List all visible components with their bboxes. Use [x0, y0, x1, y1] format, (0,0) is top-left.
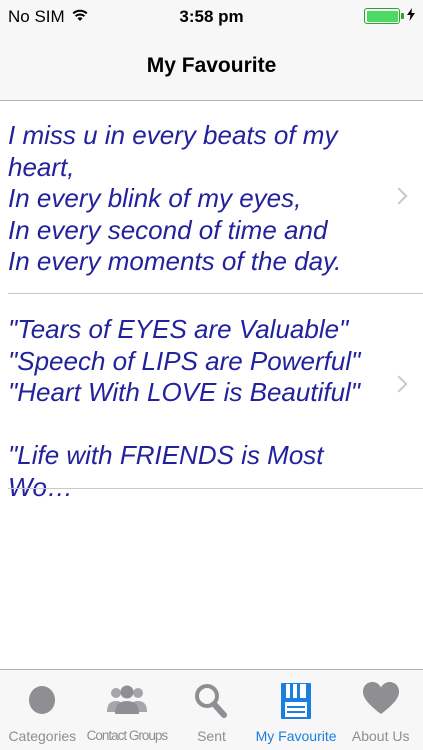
- favourite-row[interactable]: I miss u in every beats of my heart, In …: [0, 102, 423, 294]
- favourites-list: I miss u in every beats of my heart, In …: [0, 102, 423, 502]
- tab-bar: Categories Contact Groups Sent My Favour…: [0, 669, 423, 750]
- page-title: My Favourite: [146, 54, 277, 77]
- tab-categories[interactable]: Categories: [0, 670, 85, 750]
- favourite-row[interactable]: "Tears of EYES are Valuable" "Speech of …: [0, 294, 423, 502]
- tab-label: Categories: [8, 728, 77, 744]
- search-icon: [194, 682, 228, 723]
- tab-label: Contact Groups: [86, 728, 169, 743]
- navigation-bar: My Favourite: [0, 40, 423, 101]
- heart-icon: [362, 682, 399, 721]
- tab-my-favourite[interactable]: My Favourite: [254, 670, 339, 750]
- screen: No SIM 3:58 pm My Favourite I miss u in …: [0, 0, 423, 750]
- status-bar: No SIM 3:58 pm: [0, 0, 423, 40]
- status-right: [364, 8, 415, 24]
- tab-label: Sent: [197, 728, 226, 744]
- circle-icon: [27, 682, 57, 721]
- battery-icon: [364, 8, 400, 24]
- tab-about-us[interactable]: About Us: [338, 670, 423, 750]
- status-time: 3:58 pm: [179, 7, 244, 26]
- floppy-disk-icon: [280, 682, 312, 725]
- favourite-text: I miss u in every beats of my heart, In …: [8, 120, 342, 276]
- tab-sent[interactable]: Sent: [169, 670, 254, 750]
- row-separator: [8, 488, 423, 489]
- favourite-text: "Tears of EYES are Valuable" "Speech of …: [8, 314, 361, 502]
- battery-tip: [401, 13, 404, 19]
- tab-label: About Us: [351, 728, 410, 744]
- tab-label: My Favourite: [255, 728, 337, 744]
- people-icon: [106, 682, 148, 721]
- charging-bolt-icon: [407, 8, 415, 24]
- tab-contact-groups[interactable]: Contact Groups: [85, 670, 170, 750]
